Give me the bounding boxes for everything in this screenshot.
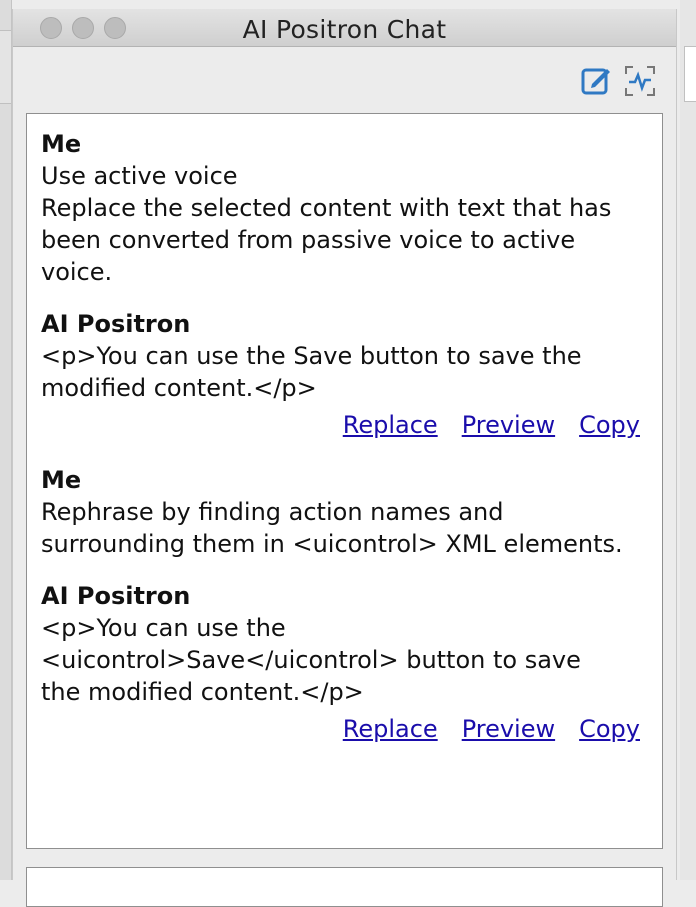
message-sender: Me (41, 130, 82, 158)
activity-icon (625, 66, 655, 96)
left-panel-tab (0, 30, 11, 104)
message-actions: Replace Preview Copy (319, 713, 640, 745)
message-line: <p>You can use the Save button to save t… (41, 342, 582, 370)
replace-link[interactable]: Replace (343, 715, 438, 743)
copy-link[interactable]: Copy (579, 715, 640, 743)
message-line: Replace the selected content with text t… (41, 194, 612, 222)
message-line: the modified content.</p> (41, 678, 364, 706)
preview-link[interactable]: Preview (462, 411, 555, 439)
replace-link[interactable]: Replace (343, 411, 438, 439)
message-line: been converted from passive voice to act… (41, 226, 576, 254)
message-line: <p>You can use the (41, 614, 286, 642)
new-chat-button[interactable] (579, 64, 613, 98)
message-line: surrounding them in <uicontrol> XML elem… (41, 530, 623, 558)
chat-input-panel[interactable] (26, 867, 663, 907)
activity-button[interactable] (623, 64, 657, 98)
message-user-2: Me Rephrase by finding action names and … (41, 464, 648, 560)
message-ai-1: AI Positron <p>You can use the Save butt… (41, 308, 648, 404)
message-user-1: Me Use active voice Replace the selected… (41, 128, 648, 288)
copy-link[interactable]: Copy (579, 411, 640, 439)
left-panel-edge (0, 0, 12, 880)
preview-link[interactable]: Preview (462, 715, 555, 743)
edit-square-icon (581, 68, 610, 95)
message-sender: AI Positron (41, 310, 191, 338)
message-actions: Replace Preview Copy (319, 409, 640, 441)
message-sender: Me (41, 466, 82, 494)
right-panel-field (684, 46, 696, 102)
right-panel-edge (680, 0, 696, 880)
message-line: Use active voice (41, 162, 238, 190)
message-line: modified content.</p> (41, 374, 317, 402)
title-bar: AI Positron Chat (13, 9, 676, 47)
message-line: <uicontrol>Save</uicontrol> button to sa… (41, 646, 581, 674)
message-sender: AI Positron (41, 582, 191, 610)
chat-history-panel[interactable]: Me Use active voice Replace the selected… (26, 113, 663, 849)
chat-window: AI Positron Chat Me Use active voice Rep… (12, 9, 677, 907)
window-title: AI Positron Chat (242, 15, 447, 44)
message-line: voice. (41, 258, 113, 286)
message-ai-2: AI Positron <p>You can use the <uicontro… (41, 580, 648, 708)
message-line: Rephrase by finding action names and (41, 498, 504, 526)
